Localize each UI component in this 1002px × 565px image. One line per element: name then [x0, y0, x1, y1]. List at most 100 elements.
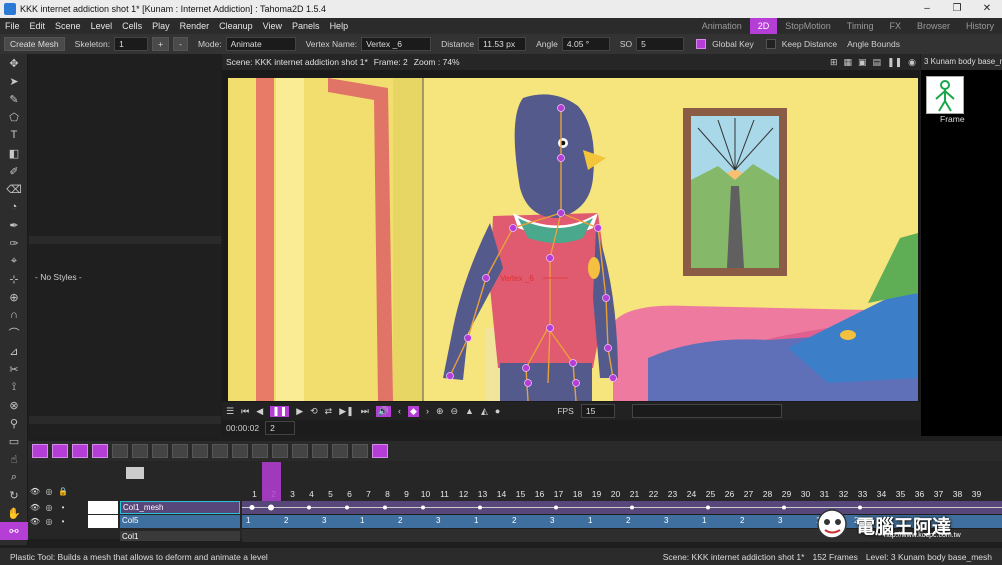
frame-number[interactable]: 30 [796, 489, 815, 499]
cell-value[interactable]: 3 [436, 516, 440, 525]
viewer-canvas[interactable]: Vertex _6 [228, 78, 918, 401]
frame-number[interactable]: 32 [834, 489, 853, 499]
frame-number[interactable]: 28 [758, 489, 777, 499]
paste-icon[interactable] [172, 444, 188, 458]
cell-value[interactable]: 1 [246, 516, 250, 525]
cell-value[interactable]: 3 [550, 516, 554, 525]
close-button[interactable]: ✕ [972, 0, 1002, 18]
menu-cells[interactable]: Cells [117, 21, 147, 31]
zoom-in-icon[interactable]: ⊕ [436, 406, 444, 417]
menu-view[interactable]: View [258, 21, 287, 31]
pingpong-icon[interactable]: ⇄ [325, 406, 333, 417]
room-tab-browser[interactable]: Browser [909, 18, 958, 34]
prev-frame-icon[interactable]: ◀ [256, 406, 263, 417]
frame-number[interactable]: 33 [853, 489, 872, 499]
room-tab-timing[interactable]: Timing [839, 18, 882, 34]
geometric-tool-icon[interactable]: ⬠ [0, 108, 28, 126]
increment-icon[interactable] [232, 444, 248, 458]
frame-number[interactable]: 26 [720, 489, 739, 499]
frame-number[interactable]: 22 [644, 489, 663, 499]
onion-skin-icon[interactable]: ▲ [465, 406, 474, 416]
frame-number[interactable]: 12 [454, 489, 473, 499]
field-guide-icon[interactable]: ▦ [844, 57, 853, 68]
frame-number[interactable]: 34 [872, 489, 891, 499]
camstand-toggle-icon[interactable]: ◎ [42, 503, 56, 512]
preview-visible-icon[interactable]: 👁 [28, 487, 42, 496]
cell-value[interactable]: 2 [398, 516, 402, 525]
sound-icon[interactable]: 🔊 [375, 405, 392, 417]
frame-number[interactable]: 13 [473, 489, 492, 499]
next-frame-icon[interactable]: ▶❚ [339, 406, 353, 417]
keep-distance-checkbox[interactable] [765, 39, 776, 49]
cell-value[interactable]: 1 [360, 516, 364, 525]
next-key-icon[interactable]: › [426, 406, 429, 416]
frame-number[interactable]: 37 [929, 489, 948, 499]
selection-tool-icon[interactable]: ➤ [0, 72, 28, 90]
global-key-checkbox[interactable] [696, 39, 707, 49]
frame-number[interactable]: 19 [587, 489, 606, 499]
play-icon[interactable]: ▶ [296, 406, 303, 417]
loop-icon[interactable]: ⟲ [310, 406, 318, 417]
camera-view-icon[interactable]: ▣ [858, 57, 867, 68]
panel-splitter-bottom[interactable] [29, 416, 221, 424]
frame-number[interactable]: 18 [568, 489, 587, 499]
frame-number[interactable]: 27 [739, 489, 758, 499]
distance-field[interactable]: 11.53 px [478, 37, 527, 51]
reverse-icon[interactable] [252, 444, 268, 458]
cell-value[interactable]: 3 [322, 516, 326, 525]
first-frame-icon[interactable]: ⏮ [241, 406, 249, 417]
cutter-tool-icon[interactable]: ✂ [0, 360, 28, 378]
zoom-tool-icon[interactable]: ⌕ [0, 468, 28, 486]
prev-key-icon[interactable]: ‹ [398, 406, 401, 416]
preview-toggle-icon[interactable]: 👁 [28, 503, 42, 512]
camstand-toggle-icon[interactable]: ◎ [42, 517, 56, 526]
timeline-toggle-icon[interactable] [372, 444, 388, 458]
zoom-out-icon[interactable]: ⊖ [450, 406, 458, 417]
frame-field[interactable]: 2 [265, 421, 296, 435]
frame-number[interactable]: 6 [340, 489, 359, 499]
lock-toggle-icon[interactable]: • [56, 503, 70, 512]
layer-row-col5[interactable]: 👁 ◎ • Col5 [28, 515, 242, 528]
pump-tool-icon[interactable]: ⊕ [0, 288, 28, 306]
step-icon[interactable] [332, 444, 348, 458]
pause-icon[interactable]: ❚❚ [270, 405, 290, 417]
room-tab-2d[interactable]: 2D [749, 18, 778, 34]
save-icon[interactable] [112, 444, 128, 458]
bender-tool-icon[interactable]: ⌒ [0, 324, 28, 342]
room-tab-stopmotion[interactable]: StopMotion [777, 18, 839, 34]
new-toonz-raster-icon[interactable] [52, 444, 68, 458]
lock-icon[interactable]: 🔒 [56, 487, 70, 496]
current-frame-indicator[interactable] [262, 462, 281, 501]
cell-value[interactable]: 1 [588, 516, 592, 525]
eye-icon[interactable]: ◉ [908, 57, 916, 68]
frame-number[interactable]: 5 [321, 489, 340, 499]
eraser-tool-icon[interactable]: ⌫ [0, 180, 28, 198]
layer-name[interactable]: Col1 [120, 530, 240, 541]
fps-field[interactable]: 15 [580, 404, 615, 418]
new-vector-level-icon[interactable] [32, 444, 48, 458]
rgb-picker-icon[interactable]: ✑ [0, 234, 28, 252]
cell-value[interactable]: 2 [740, 516, 744, 525]
remove-skeleton-button[interactable]: - [173, 37, 188, 51]
frame-number[interactable]: 23 [663, 489, 682, 499]
minimize-button[interactable]: – [912, 0, 942, 18]
cell-value[interactable]: 3 [778, 516, 782, 525]
menu-render[interactable]: Render [175, 21, 215, 31]
frame-number[interactable]: 21 [625, 489, 644, 499]
cell-value[interactable]: 1 [474, 516, 478, 525]
control-point-editor-icon[interactable]: ⌖ [0, 252, 28, 270]
frame-number[interactable]: 31 [815, 489, 834, 499]
menu-toggle-icon[interactable]: ☰ [226, 406, 234, 417]
cell-value[interactable]: 2 [284, 516, 288, 525]
frame-number[interactable]: 25 [701, 489, 720, 499]
key-icon[interactable]: ◆ [408, 405, 419, 417]
random-icon[interactable] [292, 444, 308, 458]
frame-number[interactable]: 35 [891, 489, 910, 499]
frame-number[interactable]: 36 [910, 489, 929, 499]
create-mesh-button[interactable]: Create Mesh [4, 37, 65, 51]
tape-tool-icon[interactable]: ◔ [0, 198, 28, 216]
copy-icon[interactable] [152, 444, 168, 458]
new-note-icon[interactable] [92, 444, 108, 458]
menu-file[interactable]: File [0, 21, 25, 31]
new-layer-icon[interactable] [126, 467, 144, 479]
